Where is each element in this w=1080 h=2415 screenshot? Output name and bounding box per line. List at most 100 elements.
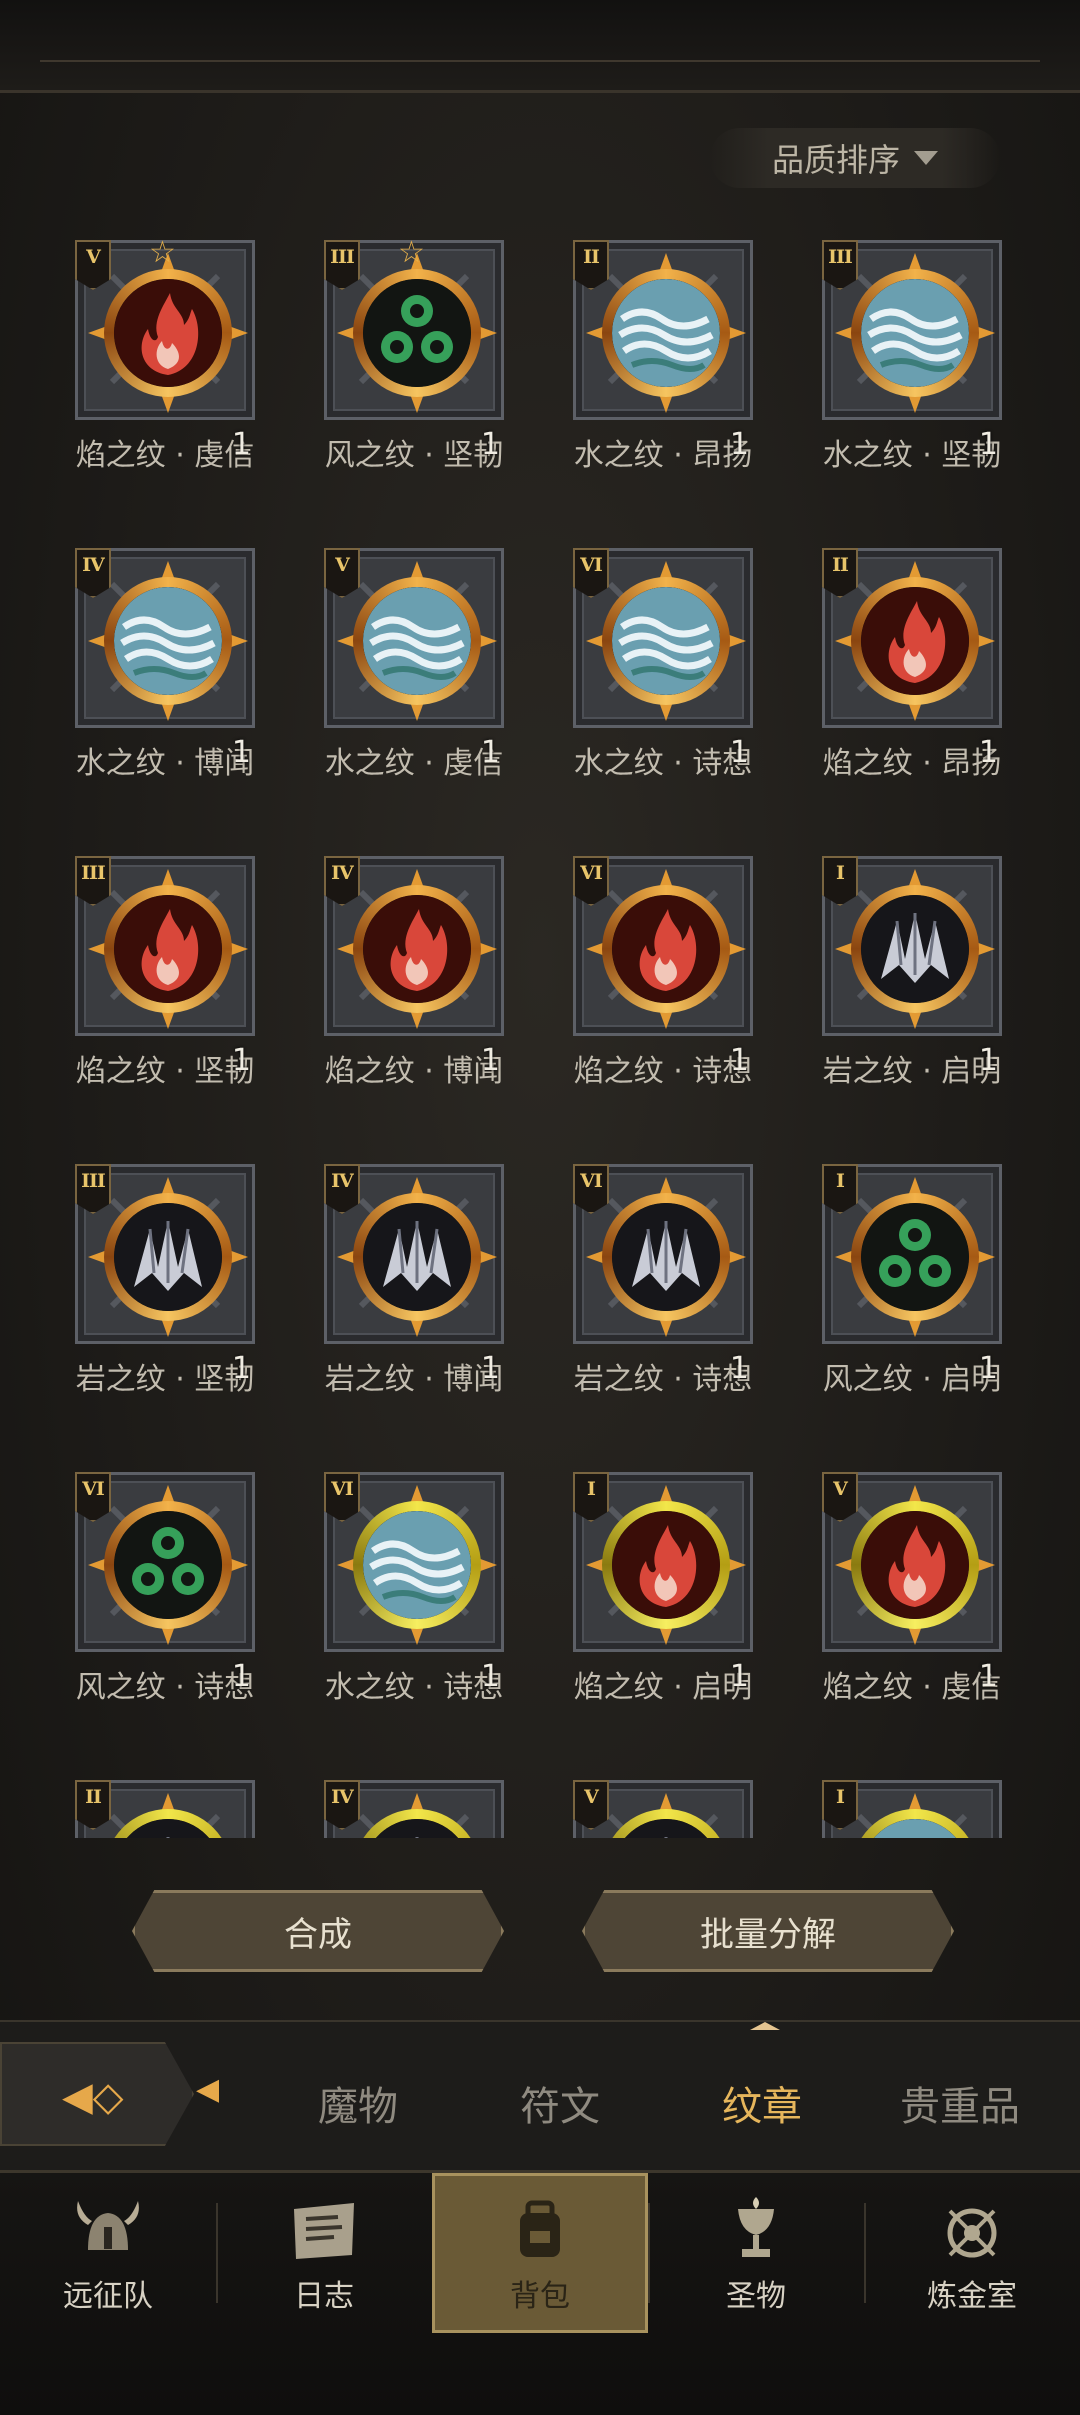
emblem-slot[interactable]: V	[573, 1780, 763, 1838]
fire-emblem-icon	[114, 895, 222, 1003]
water-emblem-icon	[861, 279, 969, 387]
emblem-slot[interactable]: I 1 风之纹 · 启明	[822, 1164, 1012, 1397]
emblem-slot[interactable]: I	[822, 1780, 1012, 1838]
emblem-slot[interactable]: VI 1 风之纹 · 诗想	[75, 1472, 265, 1705]
emblem-ring	[602, 1501, 730, 1629]
nav-relics[interactable]: 圣物	[648, 2173, 864, 2333]
item-count: 1	[729, 1351, 749, 1386]
item-count: 1	[480, 735, 500, 770]
tab-monsters[interactable]: 魔物	[318, 2074, 398, 2132]
emblem-ring	[104, 269, 232, 397]
emblem-slot[interactable]: V 1 焰之纹 · 虔信	[822, 1472, 1012, 1705]
emblem-ring	[602, 885, 730, 1013]
fire-emblem-icon	[612, 1511, 720, 1619]
item-count: 1	[978, 1659, 998, 1694]
emblem-ring	[851, 885, 979, 1013]
emblem-slot[interactable]: V 1 水之纹 · 虔信	[324, 548, 514, 781]
emblem-slot[interactable]: III 1 水之纹 · 坚韧	[822, 240, 1012, 473]
emblem-slot[interactable]: IV 1 水之纹 · 博闻	[75, 548, 265, 781]
nav-label: 圣物	[726, 2279, 786, 2314]
collapse-tab-button[interactable]: ◀◇	[0, 2042, 194, 2146]
nav-label: 远征队	[63, 2279, 153, 2314]
item-count: 1	[480, 427, 500, 462]
nav-journal[interactable]: 日志	[216, 2173, 432, 2333]
nav-backpack[interactable]: 背包	[432, 2173, 648, 2333]
fire-emblem-icon	[363, 895, 471, 1003]
emblem-slot[interactable]: II	[75, 1780, 265, 1838]
emblem-slot[interactable]: VI 1 水之纹 · 诗想	[573, 548, 763, 781]
item-count: 1	[231, 1043, 251, 1078]
item-count: 1	[729, 1043, 749, 1078]
nav-label: 日志	[294, 2279, 354, 2314]
emblem-slot[interactable]: II 1 焰之纹 · 昂扬	[822, 548, 1012, 781]
item-count: 1	[729, 1659, 749, 1694]
emblem-ring	[602, 269, 730, 397]
wind-emblem-icon	[363, 279, 471, 387]
emblem-slot[interactable]: VI 1 岩之纹 · 诗想	[573, 1164, 763, 1397]
star-icon: ☆	[149, 240, 176, 270]
emblem-ring	[353, 885, 481, 1013]
emblem-ring	[104, 577, 232, 705]
emblem-ring	[353, 1809, 481, 1838]
item-count: 1	[978, 1043, 998, 1078]
emblem-slot[interactable]: IV 1 焰之纹 · 博闻	[324, 856, 514, 1089]
emblem-slot[interactable]: III 1 岩之纹 · 坚韧	[75, 1164, 265, 1397]
chalice-icon	[738, 2197, 774, 2257]
batch-decompose-label: 批量分解	[700, 1914, 836, 1955]
nav-alchemy[interactable]: 炼金室	[864, 2173, 1080, 2333]
backpack-icon	[520, 2200, 560, 2257]
emblem-grid: V ☆ 1 焰之纹 · 虔信 III ☆ 1 风之纹 · 坚韧 II 1 水之纹 · 昂扬 III 1 水…	[0, 240, 1080, 1838]
alchemy-icon	[947, 2208, 997, 2258]
tab-emblems[interactable]: 纹章	[722, 2074, 802, 2132]
compose-label: 合成	[284, 1914, 352, 1955]
emblem-ring	[602, 577, 730, 705]
sort-quality-button[interactable]: 品质排序	[710, 128, 1000, 188]
emblem-slot[interactable]: V ☆ 1 焰之纹 · 虔信	[75, 240, 265, 473]
emblem-slot[interactable]: IV	[324, 1780, 514, 1838]
batch-decompose-button[interactable]: 批量分解	[582, 1890, 954, 1972]
item-count: 1	[231, 735, 251, 770]
tab-valuables[interactable]: 贵重品	[900, 2074, 1020, 2132]
top-frame	[0, 0, 1080, 93]
emblem-ring	[851, 269, 979, 397]
item-count: 1	[480, 1043, 500, 1078]
water-emblem-icon	[612, 279, 720, 387]
emblem-ring	[353, 269, 481, 397]
star-icon: ☆	[398, 240, 425, 270]
dropdown-arrow-icon	[914, 151, 938, 165]
item-count: 1	[978, 735, 998, 770]
emblem-ring	[353, 1193, 481, 1321]
tab-indicator	[750, 2022, 780, 2030]
emblem-slot[interactable]: I 1 焰之纹 · 启明	[573, 1472, 763, 1705]
emblem-ring	[602, 1193, 730, 1321]
water-emblem-icon	[363, 587, 471, 695]
emblem-slot[interactable]: II 1 水之纹 · 昂扬	[573, 240, 763, 473]
item-count: 1	[231, 427, 251, 462]
water-emblem-icon	[363, 1511, 471, 1619]
emblem-ring	[602, 1809, 730, 1838]
item-count: 1	[978, 1351, 998, 1386]
nav-expedition[interactable]: 远征队	[0, 2173, 216, 2333]
arrow-left-icon: ◀◇	[62, 2074, 124, 2120]
emblem-ring	[851, 1809, 979, 1838]
fire-emblem-icon	[114, 279, 222, 387]
emblem-slot[interactable]: III ☆ 1 风之纹 · 坚韧	[324, 240, 514, 473]
rock-emblem-icon	[114, 1819, 222, 1838]
emblem-slot[interactable]: IV 1 岩之纹 · 博闻	[324, 1164, 514, 1397]
fire-emblem-icon	[612, 895, 720, 1003]
emblem-slot[interactable]: III 1 焰之纹 · 坚韧	[75, 856, 265, 1089]
tab-runes[interactable]: 符文	[520, 2074, 600, 2132]
emblem-slot[interactable]: I 1 岩之纹 · 启明	[822, 856, 1012, 1089]
compose-button[interactable]: 合成	[132, 1890, 504, 1972]
item-count: 1	[231, 1351, 251, 1386]
emblem-slot[interactable]: VI 1 焰之纹 · 诗想	[573, 856, 763, 1089]
item-count: 1	[480, 1351, 500, 1386]
emblem-slot[interactable]: VI 1 水之纹 · 诗想	[324, 1472, 514, 1705]
fire-emblem-icon	[861, 1511, 969, 1619]
emblem-ring	[353, 1501, 481, 1629]
nav-label: 炼金室	[927, 2279, 1017, 2314]
sort-label: 品质排序	[771, 141, 900, 179]
action-bar: 合成 批量分解	[0, 1880, 1080, 1980]
rock-emblem-icon	[612, 1203, 720, 1311]
chevron-left-icon[interactable]: ◀	[196, 2072, 219, 2107]
